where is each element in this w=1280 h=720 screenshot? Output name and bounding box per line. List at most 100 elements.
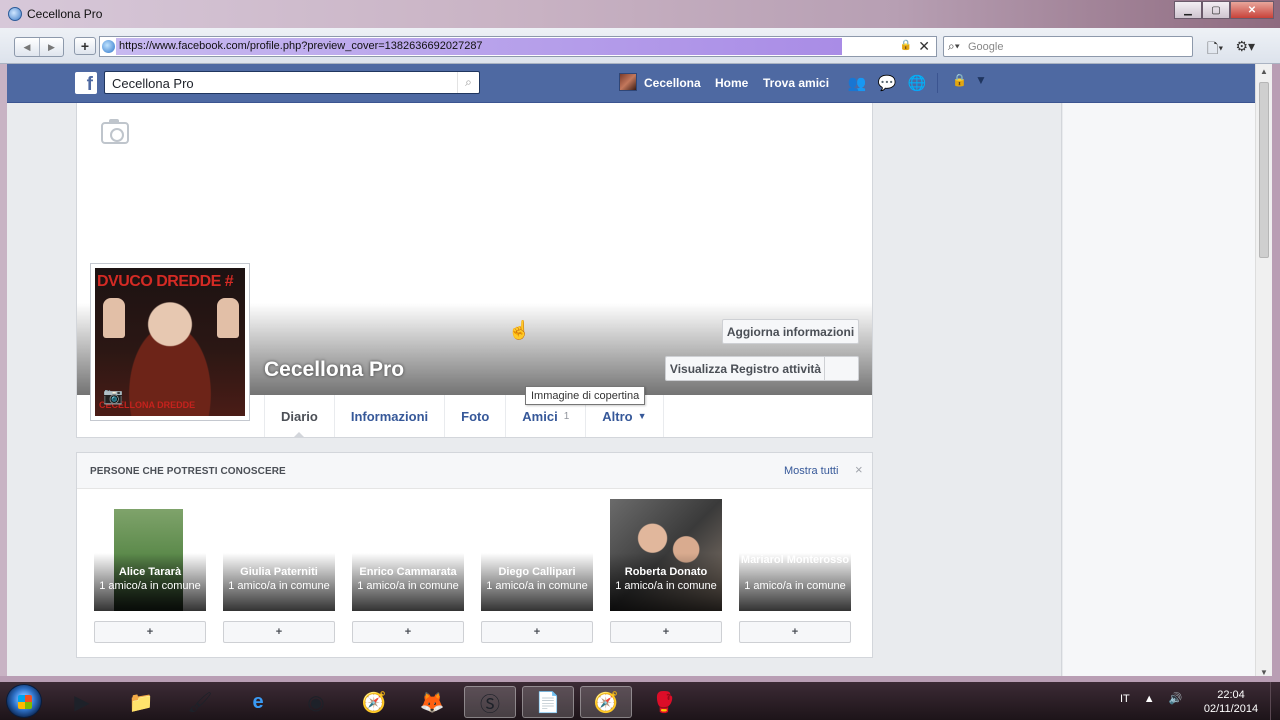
privacy-icon[interactable]: 🔒 — [952, 73, 967, 87]
profile-picture[interactable]: DVUCO DREDDE # CECELLONA DREDDE 📷 — [90, 263, 250, 421]
add-friend-button[interactable]: + — [223, 621, 335, 643]
cover-tooltip: Immagine di copertina — [525, 386, 646, 405]
address-url[interactable]: https://www.facebook.com/profile.php?pre… — [119, 40, 483, 52]
add-friend-icon: + — [146, 626, 154, 638]
taskbar: ▶ 📁 🖌 e ◉ 🧭 🦊 Ⓢ 📄 🧭 🥊 IT ▲ 🔊 22:04 02/11… — [0, 682, 1280, 720]
internet-explorer-icon[interactable]: e — [232, 686, 284, 718]
home-link[interactable]: Home — [715, 76, 748, 90]
add-friend-icon: + — [404, 626, 412, 638]
stop-icon[interactable]: ✕ — [918, 38, 930, 55]
scroll-up-icon[interactable]: ▲ — [1260, 67, 1268, 76]
chevron-down-icon[interactable]: ▼ — [975, 73, 987, 87]
add-friend-button[interactable]: + — [610, 621, 722, 643]
person-name[interactable]: Diego Callipari — [481, 566, 593, 578]
show-desktop-button[interactable] — [1270, 682, 1280, 720]
notifications-globe-icon[interactable]: 🌐 — [907, 73, 927, 93]
page-menu-icon[interactable]: 🗋▾ — [1207, 38, 1223, 62]
tab-about[interactable]: Informazioni — [335, 395, 446, 437]
search-icon[interactable]: ⌕▾ — [948, 39, 960, 54]
close-icon[interactable]: × — [855, 462, 863, 477]
profile-link[interactable]: Cecellona — [644, 76, 701, 90]
start-button[interactable] — [6, 684, 42, 718]
camera-icon[interactable] — [101, 119, 129, 144]
forward-button[interactable]: ▶ — [39, 38, 63, 56]
people-you-may-know: PERSONE CHE POTRESTI CONOSCERE Mostra tu… — [76, 452, 873, 658]
mutual-friends[interactable]: 1 amico/a in comune — [352, 579, 464, 593]
maximize-button[interactable]: ▢ — [1202, 1, 1230, 19]
tab-photos[interactable]: Foto — [445, 395, 507, 437]
safari-active-icon[interactable]: 🧭 — [580, 686, 632, 718]
profile-pic-caption-top: DVUCO DREDDE # — [97, 273, 234, 290]
vertical-scrollbar[interactable]: ▲ ▼ — [1255, 64, 1272, 680]
gear-icon[interactable]: ⚙▾ — [1235, 38, 1255, 62]
profile-name[interactable]: Cecellona Pro — [264, 358, 404, 382]
new-tab-button[interactable]: + — [74, 37, 96, 55]
volume-icon[interactable]: 🔊 — [1169, 692, 1183, 705]
game-icon[interactable]: 🥊 — [638, 686, 690, 718]
show-all-link[interactable]: Mostra tutti — [784, 465, 838, 477]
person-photo[interactable]: Roberta Donato 1 amico/a in comune — [610, 499, 722, 611]
window-frame-right — [1272, 64, 1280, 680]
more-options-button[interactable] — [824, 356, 859, 381]
person-name[interactable]: Enrico Cammarata — [352, 566, 464, 578]
person-name[interactable]: Roberta Donato — [610, 566, 722, 578]
back-button[interactable]: ◀ — [15, 38, 39, 56]
person-photo[interactable]: Alice Tararà 1 amico/a in comune — [94, 499, 206, 611]
person-name[interactable]: Alice Tararà — [94, 566, 206, 578]
tab-label: Amici — [522, 408, 558, 424]
language-indicator[interactable]: IT — [1120, 693, 1130, 705]
facebook-search-input[interactable]: Cecellona Pro ⌕ — [104, 71, 480, 94]
mutual-friends[interactable]: 1 amico/a in comune — [94, 579, 206, 593]
facebook-logo-icon[interactable]: f — [75, 72, 97, 95]
camera-icon[interactable]: 📷 — [103, 386, 123, 406]
scrollbar-thumb[interactable] — [1259, 82, 1269, 258]
media-player-icon[interactable]: ▶ — [56, 686, 108, 718]
add-friend-button[interactable]: + — [481, 621, 593, 643]
activity-log-button[interactable]: Visualizza Registro attività — [665, 356, 825, 381]
facebook-header: f Cecellona Pro ⌕ Cecellona Home Trova a… — [7, 64, 1255, 103]
add-friend-button[interactable]: + — [94, 621, 206, 643]
user-avatar[interactable] — [619, 73, 637, 91]
add-friend-button[interactable]: + — [352, 621, 464, 643]
firefox-icon[interactable]: 🦊 — [406, 686, 458, 718]
tab-label: Diario — [281, 408, 318, 424]
tab-timeline[interactable]: Diario — [265, 395, 335, 438]
skype-icon[interactable]: Ⓢ — [464, 686, 516, 718]
browser-search-input[interactable]: ⌕▾ Google — [943, 36, 1193, 57]
paint-icon[interactable]: 🖌 — [174, 686, 226, 718]
add-friend-button[interactable]: + — [739, 621, 851, 643]
find-friends-link[interactable]: Trova amici — [763, 76, 829, 90]
friend-requests-icon[interactable]: 👥 — [847, 73, 867, 93]
pymk-card: Giulia Paterniti 1 amico/a in comune + — [223, 499, 335, 643]
person-photo[interactable]: Mariarol Monterosso 1 amico/a in comune — [739, 499, 851, 611]
mutual-friends[interactable]: 1 amico/a in comune — [223, 579, 335, 593]
tab-label: Altro — [602, 408, 633, 424]
mutual-friends[interactable]: 1 amico/a in comune — [481, 579, 593, 593]
settings-menu[interactable]: 🔒 ▼ — [952, 73, 987, 87]
mutual-friends[interactable]: 1 amico/a in comune — [610, 579, 722, 593]
close-button[interactable]: ✕ — [1230, 1, 1274, 19]
search-icon[interactable]: ⌕ — [457, 72, 479, 93]
person-name[interactable]: Mariarol Monterosso — [739, 554, 851, 566]
safari-icon[interactable]: 🧭 — [348, 686, 400, 718]
add-friend-icon: + — [662, 626, 670, 638]
person-photo[interactable]: Giulia Paterniti 1 amico/a in comune — [223, 499, 335, 611]
messages-icon[interactable]: 💬 — [877, 73, 897, 93]
lock-icon[interactable]: 🔒 — [900, 40, 912, 51]
file-explorer-icon[interactable]: 📁 — [115, 686, 167, 718]
update-info-button[interactable]: Aggiorna informazioni — [722, 319, 859, 344]
person-photo[interactable]: Diego Callipari 1 amico/a in comune — [481, 499, 593, 611]
minimize-button[interactable]: ▁ — [1174, 1, 1202, 19]
person-photo[interactable]: Enrico Cammarata 1 amico/a in comune — [352, 499, 464, 611]
browser-app-icon — [8, 7, 22, 21]
mutual-friends[interactable]: 1 amico/a in comune — [739, 579, 851, 593]
notepad-icon[interactable]: 📄 — [522, 686, 574, 718]
pymk-card: Enrico Cammarata 1 amico/a in comune + — [352, 499, 464, 643]
clock[interactable]: 22:04 02/11/2014 — [1196, 688, 1266, 716]
search-value[interactable]: Cecellona Pro — [112, 76, 194, 91]
hand-cursor-icon: ☝ — [508, 320, 531, 340]
address-bar[interactable]: https://www.facebook.com/profile.php?pre… — [99, 36, 937, 57]
tray-expand-icon[interactable]: ▲ — [1144, 693, 1155, 705]
person-name[interactable]: Giulia Paterniti — [223, 566, 335, 578]
chrome-icon[interactable]: ◉ — [290, 686, 342, 718]
